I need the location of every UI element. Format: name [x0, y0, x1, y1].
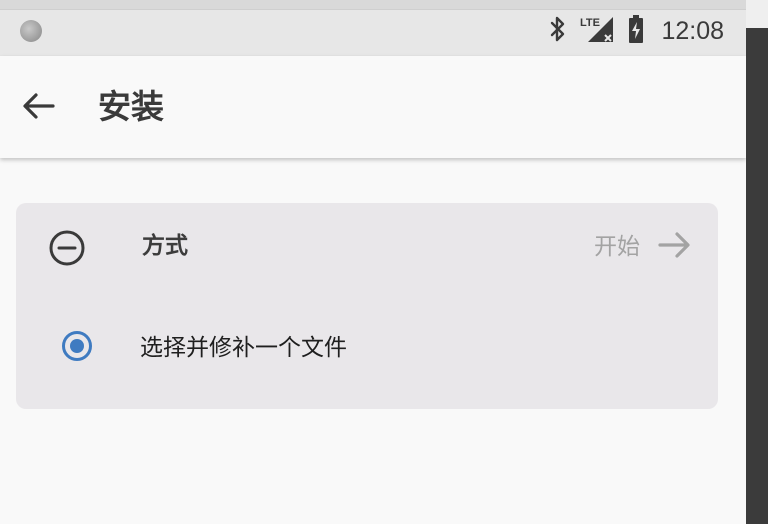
option-label: 选择并修补一个文件: [140, 335, 347, 361]
step-label: 方式: [142, 233, 188, 259]
battery-icon: [627, 14, 645, 48]
option-select-and-patch-file[interactable]: 选择并修补一个文件: [16, 313, 718, 383]
radio-selected-dot: [70, 339, 84, 353]
minus-circle-icon: [48, 229, 86, 267]
screen: LTE 12:08 安装 方式 开始 选择并修补一个文件: [0, 0, 746, 524]
start-button[interactable]: 开始: [594, 225, 692, 269]
bluetooth-icon: [549, 15, 567, 47]
arrow-right-icon: [658, 231, 692, 263]
notification-dot-icon: [20, 20, 42, 42]
status-icons: LTE 12:08: [549, 14, 724, 48]
status-time: 12:08: [661, 16, 724, 45]
lte-signal-icon: LTE: [579, 14, 615, 48]
install-method-card: 方式 开始 选择并修补一个文件: [16, 203, 718, 409]
side-panel-edge: [746, 28, 768, 524]
step-header: 方式 开始: [16, 203, 718, 291]
arrow-left-icon: [21, 92, 55, 124]
app-bar: 安装: [0, 56, 746, 158]
back-button[interactable]: [14, 84, 62, 132]
radio-button[interactable]: [62, 331, 92, 361]
side-panel-top: [746, 0, 768, 28]
lte-label: LTE: [580, 17, 600, 29]
status-bar-edge: [0, 0, 746, 10]
status-bar: LTE 12:08: [0, 0, 746, 56]
page-title: 安装: [98, 87, 164, 126]
start-button-label: 开始: [594, 234, 640, 260]
